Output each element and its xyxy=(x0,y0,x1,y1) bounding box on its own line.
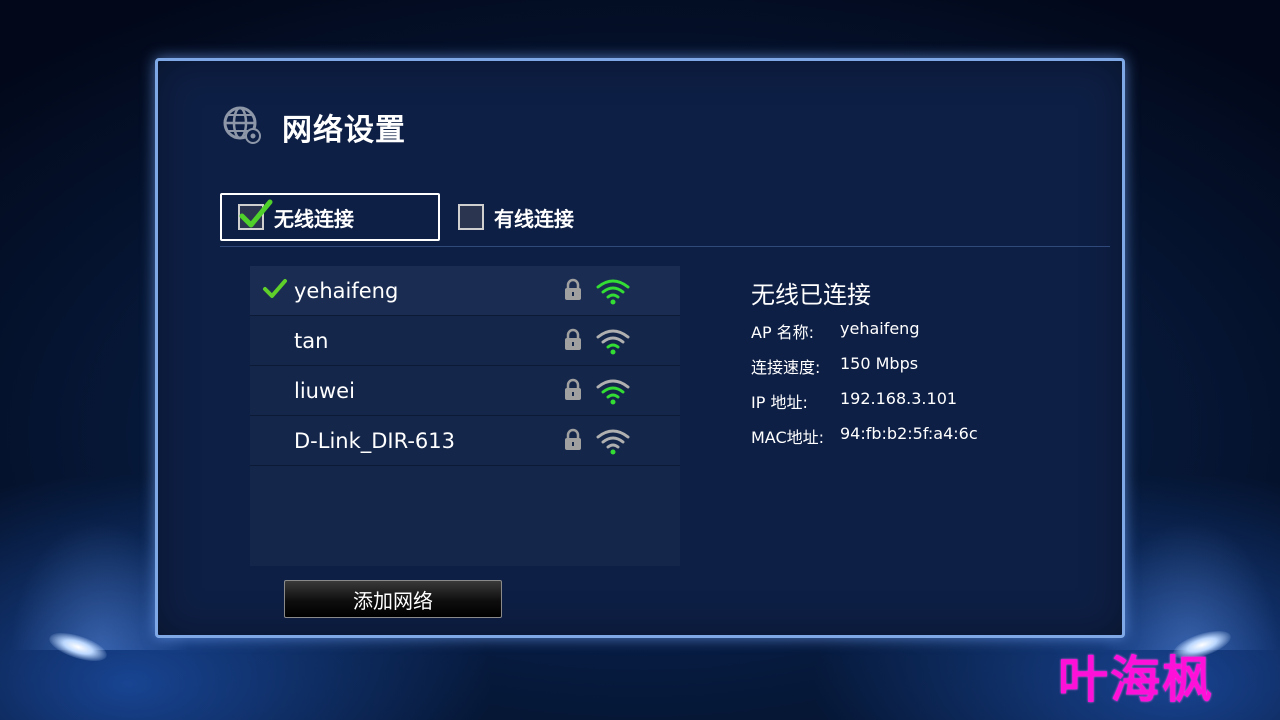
info-key: IP 地址: xyxy=(751,393,808,412)
tab-wired-label: 有线连接 xyxy=(494,206,574,231)
info-value: 94:fb:b2:5f:a4:6c xyxy=(840,424,978,443)
network-ssid: yehaifeng xyxy=(294,278,399,303)
network-settings-panel: 网络设置 无线连接 有线连接 yehaifeng tan liuwei D-Li… xyxy=(155,58,1125,638)
info-key: AP 名称: xyxy=(751,323,815,342)
connected-check-icon xyxy=(263,279,287,298)
info-key: MAC地址: xyxy=(751,428,825,447)
network-row-yehaifeng[interactable]: yehaifeng xyxy=(250,266,680,316)
lock-icon xyxy=(565,428,581,450)
lock-icon xyxy=(565,328,581,350)
page-title: 网络设置 xyxy=(282,113,406,148)
info-key: 连接速度: xyxy=(751,358,821,377)
lock-icon xyxy=(565,278,581,300)
wireless-checkbox[interactable] xyxy=(238,199,273,230)
network-ssid: liuwei xyxy=(294,378,355,403)
wifi-network-list: yehaifeng tan liuwei D-Link_DIR-613 xyxy=(250,266,680,566)
wired-checkbox[interactable] xyxy=(458,204,484,230)
network-row-tan[interactable]: tan xyxy=(250,316,680,366)
spotlight-beam-right xyxy=(1100,520,1280,650)
info-value: yehaifeng xyxy=(840,319,920,338)
info-value: 150 Mbps xyxy=(840,354,919,373)
network-row-liuwei[interactable]: liuwei xyxy=(250,366,680,416)
wifi-signal-icon xyxy=(596,279,630,305)
check-icon xyxy=(239,199,273,228)
add-network-button[interactable]: 添加网络 xyxy=(284,580,502,618)
connection-status-title: 无线已连接 xyxy=(751,281,871,309)
wifi-signal-icon xyxy=(596,429,630,455)
globe-settings-icon xyxy=(222,105,262,145)
network-row-d-link[interactable]: D-Link_DIR-613 xyxy=(250,416,680,466)
network-ssid: D-Link_DIR-613 xyxy=(294,428,456,453)
tab-wireless-label: 无线连接 xyxy=(274,206,354,231)
tab-wireless[interactable]: 无线连接 xyxy=(220,193,440,241)
tab-wired[interactable]: 有线连接 xyxy=(458,193,658,241)
lock-icon xyxy=(565,378,581,400)
watermark: 叶海枫 xyxy=(1058,650,1214,709)
divider xyxy=(220,246,1110,247)
network-ssid: tan xyxy=(294,328,329,353)
wifi-signal-icon xyxy=(596,379,630,405)
info-value: 192.168.3.101 xyxy=(840,389,958,408)
wifi-signal-icon xyxy=(596,329,630,355)
